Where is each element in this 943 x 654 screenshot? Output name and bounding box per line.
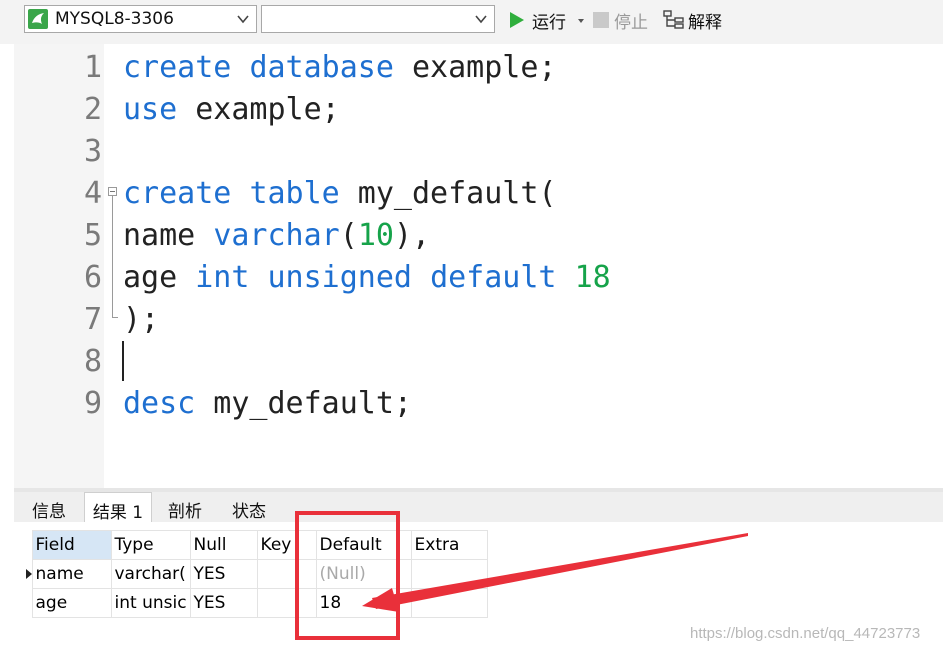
sql-text: ( <box>339 218 358 253</box>
sql-keyword: varchar <box>213 218 340 253</box>
line-number: 3 <box>83 134 102 169</box>
column-header-null[interactable]: Null <box>189 530 258 560</box>
sql-number: 18 <box>574 260 611 295</box>
line-number: 7 <box>83 302 102 337</box>
fold-guide-end <box>112 317 118 318</box>
mysql-dolphin-icon <box>28 9 48 29</box>
sql-text: name <box>123 218 214 253</box>
run-button[interactable]: 运行 <box>532 8 566 33</box>
cell-field[interactable]: age <box>31 588 112 618</box>
toolbar: MYSQL8-3306 运行 停止 解释 <box>0 0 943 44</box>
line-number: 1 <box>83 50 102 85</box>
table-row[interactable]: name varchar( YES (Null) <box>20 559 488 589</box>
sql-text: example; <box>393 50 557 85</box>
explain-button[interactable]: 解释 <box>688 8 722 33</box>
cell-extra[interactable] <box>410 559 488 589</box>
cell-extra[interactable] <box>410 588 488 618</box>
sql-editor[interactable]: 123456789 create database example; use ex… <box>14 44 943 488</box>
line-number: 2 <box>83 92 102 127</box>
code-line[interactable]: create table my_default( <box>123 173 557 215</box>
highlight-annotation-box <box>295 511 400 640</box>
chevron-down-icon <box>237 15 249 24</box>
sql-text: my_default; <box>195 386 412 421</box>
sql-text: ), <box>393 218 431 253</box>
line-number: 9 <box>83 386 102 421</box>
stop-icon <box>593 12 609 28</box>
tab-status[interactable]: 状态 <box>218 492 280 522</box>
sql-keyword: unsigned <box>267 260 413 295</box>
sql-keyword: use <box>123 92 178 127</box>
chevron-down-icon <box>475 15 487 24</box>
sql-text: ); <box>123 302 160 337</box>
sql-number: 10 <box>357 218 394 253</box>
caret-down-icon[interactable] <box>577 18 585 24</box>
line-number: 4 <box>83 176 102 211</box>
tab-info[interactable]: 信息 <box>14 492 84 522</box>
sql-keyword: create <box>123 176 232 211</box>
column-header-type[interactable]: Type <box>110 530 191 560</box>
code-line[interactable]: create database example; <box>123 47 557 89</box>
tab-profile[interactable]: 剖析 <box>152 492 218 522</box>
row-selector[interactable] <box>20 589 32 618</box>
code-line[interactable]: age int unsigned default 18 <box>123 257 611 299</box>
connection-select[interactable]: MYSQL8-3306 <box>24 5 257 33</box>
cell-null[interactable]: YES <box>189 559 258 589</box>
result-tabs: 信息 结果 1 剖析 状态 <box>14 492 943 523</box>
sql-text: example; <box>177 92 340 127</box>
cell-field[interactable]: name <box>31 559 112 589</box>
fold-toggle-icon[interactable] <box>108 187 117 196</box>
line-number: 6 <box>83 260 102 295</box>
line-number: 8 <box>83 344 102 379</box>
watermark-text: https://blog.csdn.net/qq_44723773 <box>690 625 921 642</box>
table-header-row: Field Type Null Key Default Extra <box>20 530 488 560</box>
cell-null[interactable]: YES <box>189 588 258 618</box>
cell-type[interactable]: varchar( <box>110 559 191 589</box>
results-table: Field Type Null Key Default Extra name v… <box>20 530 488 618</box>
cell-type[interactable]: int unsic <box>110 588 191 618</box>
row-header-spacer <box>20 530 32 560</box>
play-icon[interactable] <box>508 11 526 29</box>
explain-icon[interactable] <box>663 10 685 30</box>
row-selector[interactable] <box>20 560 32 589</box>
database-select[interactable] <box>261 5 495 33</box>
line-number-gutter: 1 2 3 4 5 6 7 8 9 <box>14 44 104 488</box>
code-line[interactable]: use example; <box>123 89 340 131</box>
sql-keyword: database <box>249 50 394 85</box>
sql-keyword: desc <box>123 386 196 421</box>
column-header-field[interactable]: Field <box>31 530 112 560</box>
sql-keyword: default <box>430 260 557 295</box>
sql-keyword: table <box>249 176 340 211</box>
code-line[interactable]: desc my_default; <box>123 383 412 425</box>
column-header-extra[interactable]: Extra <box>410 530 488 560</box>
stop-button[interactable]: 停止 <box>614 8 648 33</box>
connection-label: MYSQL8-3306 <box>55 9 174 29</box>
code-line[interactable]: name varchar(10), <box>123 215 430 257</box>
text-cursor <box>122 341 124 381</box>
sql-keyword: int <box>195 260 250 295</box>
code-line[interactable]: ); <box>123 299 159 341</box>
line-number: 5 <box>83 218 102 253</box>
fold-guide <box>112 196 113 318</box>
sql-text: age <box>123 260 196 295</box>
sql-text: my_default( <box>339 176 557 211</box>
tab-result-1[interactable]: 结果 1 <box>84 492 152 523</box>
table-row[interactable]: age int unsic YES 18 <box>20 588 488 618</box>
sql-keyword: create <box>123 50 232 85</box>
